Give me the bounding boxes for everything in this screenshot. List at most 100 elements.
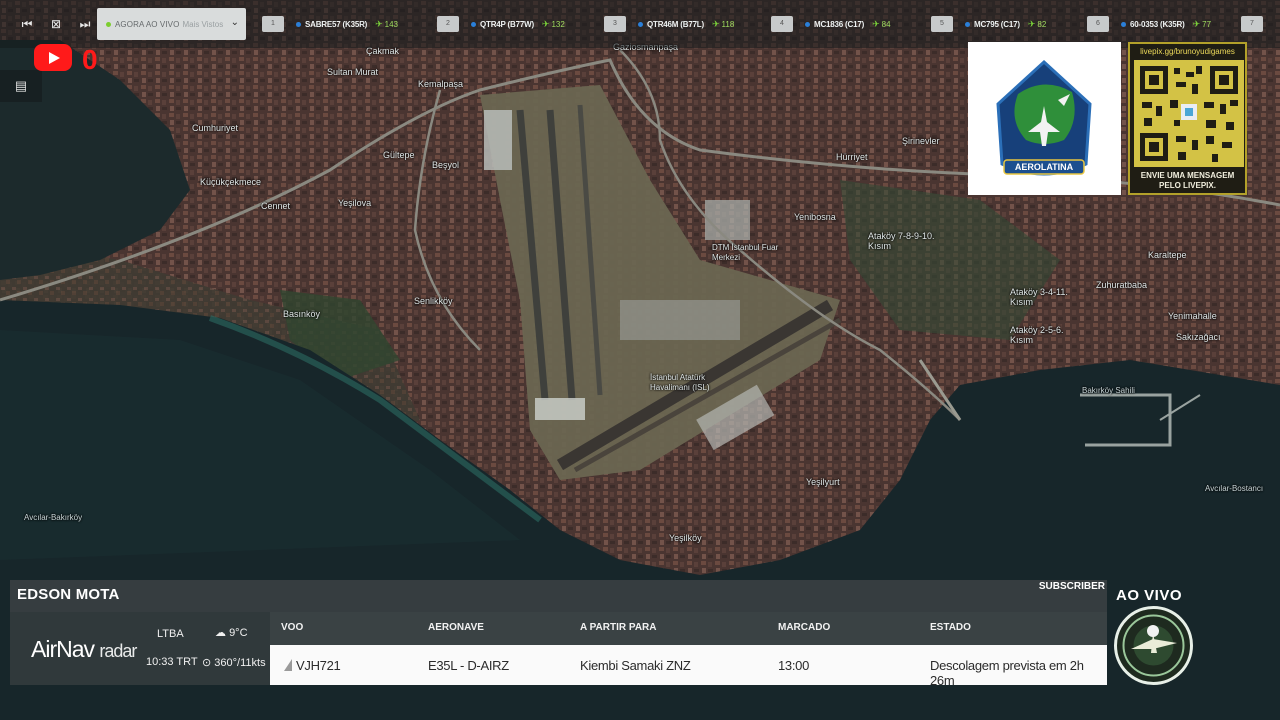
flight-dot-icon <box>805 21 810 27</box>
livepix-message-line-2: PELO LIVEPIX. <box>1159 181 1216 190</box>
airnav-logo-name: AirNav <box>31 636 95 662</box>
plane-icon: ✈ <box>1027 18 1036 29</box>
map-label: Avcılar-Bostancı <box>1205 484 1264 493</box>
map-label: Yeşilköy <box>669 533 702 543</box>
flight-table-header: VOO AERONAVE A PARTIR PARA MARCADO ESTAD… <box>270 612 1107 645</box>
column-header: AERONAVE <box>428 622 484 633</box>
top-flight-4[interactable]: 4 MC1836 (C17) ✈ 84 <box>771 15 891 33</box>
top-flight-1[interactable]: 1 SABRE57 (K35R) ✈ 143 <box>262 15 398 33</box>
plane-icon: ✈ <box>541 18 550 29</box>
flight-callsign: MC795 (C17) <box>974 19 1020 29</box>
scheduled-time: 13:00 <box>778 658 810 673</box>
pilot-name: EDSON MOTA <box>17 586 120 603</box>
flight-rank: 7 <box>1241 16 1263 32</box>
live-mode-label: AGORA AO VIVO <box>115 19 180 29</box>
top-flight-3[interactable]: 3 QTR46M (B77L) ✈ 118 <box>604 15 734 33</box>
flight-rank: 4 <box>771 16 793 32</box>
livepix-message: ENVIE UMA MENSAGEM PELO LIVEPIX. <box>1130 171 1245 191</box>
youtube-live-count: 0 <box>82 44 98 75</box>
streamer-badge <box>1114 606 1193 685</box>
viewer-count: 82 <box>1037 19 1047 29</box>
column-header: ESTADO <box>930 622 971 633</box>
viewer-count: 77 <box>1202 19 1212 29</box>
column-header: VOO <box>281 622 304 633</box>
first-page-icon[interactable]: ⏮ <box>16 14 38 34</box>
map-label: Cumhuriyet <box>192 123 239 133</box>
top-flight-6[interactable]: 6 60-0353 (K35R) ✈ 77 <box>1087 15 1211 33</box>
youtube-icon <box>34 44 72 71</box>
map-label: Avcılar-Bakırköy <box>24 513 83 522</box>
live-status-dot <box>106 21 111 27</box>
row-indicator-icon <box>284 659 292 671</box>
map-label: Yenimahalle <box>1168 311 1217 321</box>
live-mode-dropdown[interactable]: AGORA AO VIVO Mais Vistos ⌄ <box>97 8 246 40</box>
aerolatina-logo: AEROLATINA <box>968 42 1121 195</box>
column-header: A PARTIR PARA <box>580 622 657 633</box>
map-label: Basınköy <box>283 309 321 319</box>
flight-number: VJH721 <box>296 658 341 673</box>
map-label: Yeşilyurt <box>806 477 840 487</box>
flight-callsign: SABRE57 (K35R) <box>305 19 368 29</box>
local-time: 10:33 TRT <box>146 656 198 668</box>
skip-next-icon[interactable]: ⏭ <box>74 14 96 34</box>
flight-rank: 3 <box>604 16 626 32</box>
cloud-icon: ☁ <box>215 627 226 639</box>
flight-callsign: QTR46M (B77L) <box>647 19 704 29</box>
map-label: Hürriyet <box>836 152 868 162</box>
flight-rank: 5 <box>931 16 953 32</box>
column-header: MARCADO <box>778 622 831 633</box>
flight-rank: 6 <box>1087 16 1109 32</box>
wind-compass-icon: ⊙ <box>202 657 212 669</box>
map-label: DTM İstanbul Fuar Merkezi <box>712 243 779 262</box>
top-flight-5[interactable]: 5 MC795 (C17) ✈ 82 <box>931 15 1046 33</box>
map-label: İstanbul Atatürk Havalimanı (ISL) <box>650 373 710 392</box>
plane-icon: ✈ <box>711 18 720 29</box>
aircraft: E35L - D-AIRZ <box>428 658 509 673</box>
viewer-count: 84 <box>881 19 891 29</box>
map-label: Şirinevler <box>902 136 940 146</box>
map-label: Karaltepe <box>1148 250 1187 260</box>
live-mode-sublabel: Mais Vistos <box>182 19 224 29</box>
map-label: Yenibosna <box>794 212 836 222</box>
map-label: Zuhuratbaba <box>1096 280 1148 290</box>
livepix-qr-card: livepix.gg/brunoyudigames ENVIE UMA MENS… <box>1128 42 1247 195</box>
airnav-logo: AirNav radar <box>31 636 137 663</box>
flight-status: Descolagem prevista em 2h 26m <box>930 658 1084 688</box>
plane-icon: ✈ <box>375 18 383 29</box>
wind: ⊙ 360°/11kts <box>202 656 266 669</box>
flight-top-bar: ⏮ ⊠ ⏭ AGORA AO VIVO Mais Vistos ⌄ 1 SABR… <box>0 0 1280 48</box>
viewer-count: 143 <box>384 19 399 29</box>
flight-rank: 2 <box>437 16 459 32</box>
map-label: Ataköy 7-8-9-10. Kısım <box>868 231 935 251</box>
plane-icon: ✈ <box>872 18 880 29</box>
map-label: Ataköy 3-4-11. Kısım <box>1010 287 1068 307</box>
sponsor-name: AEROLATINA <box>1015 162 1074 172</box>
map-label: Cennet <box>261 201 291 211</box>
flight-dot-icon <box>1121 21 1126 27</box>
map-label: Senlikköy <box>414 296 453 306</box>
live-label: AO VIVO <box>1116 587 1183 604</box>
map-label: Ataköy 2-5-6. Kısım <box>1010 325 1064 345</box>
flight-rank: 1 <box>262 16 284 32</box>
map-label: Küçükçekmece <box>200 177 262 187</box>
airnav-brand-block: AirNav radar LTBA 10:33 TRT ☁ 9°C ⊙ 360°… <box>10 612 270 685</box>
layers-icon[interactable]: ▤ <box>0 70 42 102</box>
temperature-value: 9°C <box>229 627 248 639</box>
airport-icao: LTBA <box>157 628 184 640</box>
map-label: Kemalpaşa <box>418 79 464 89</box>
flight-dot-icon <box>965 21 970 27</box>
top-flight-7[interactable]: 7 <box>1241 15 1275 33</box>
temperature: ☁ 9°C <box>215 626 248 639</box>
flight-dot-icon <box>471 21 476 27</box>
map-label: Sultan Murat <box>327 67 379 77</box>
airnav-logo-suffix: radar <box>99 641 137 661</box>
flight-info-panel: EDSON MOTA SUBSCRIBER AirNav radar LTBA … <box>10 580 1107 688</box>
top-flight-2[interactable]: 2 QTR4P (B77W) ✈ 132 <box>437 15 565 33</box>
qr-code <box>1134 60 1244 167</box>
livepix-url: livepix.gg/brunoyudigames <box>1140 47 1235 56</box>
destination: Kiembi Samaki ZNZ <box>580 658 691 673</box>
table-row[interactable]: VJH721 E35L - D-AIRZ Kiembi Samaki ZNZ 1… <box>270 645 1107 688</box>
fullscreen-exit-icon[interactable]: ⊠ <box>45 14 67 34</box>
chevron-down-icon: ⌄ <box>230 17 239 28</box>
flight-dot-icon <box>638 21 643 27</box>
